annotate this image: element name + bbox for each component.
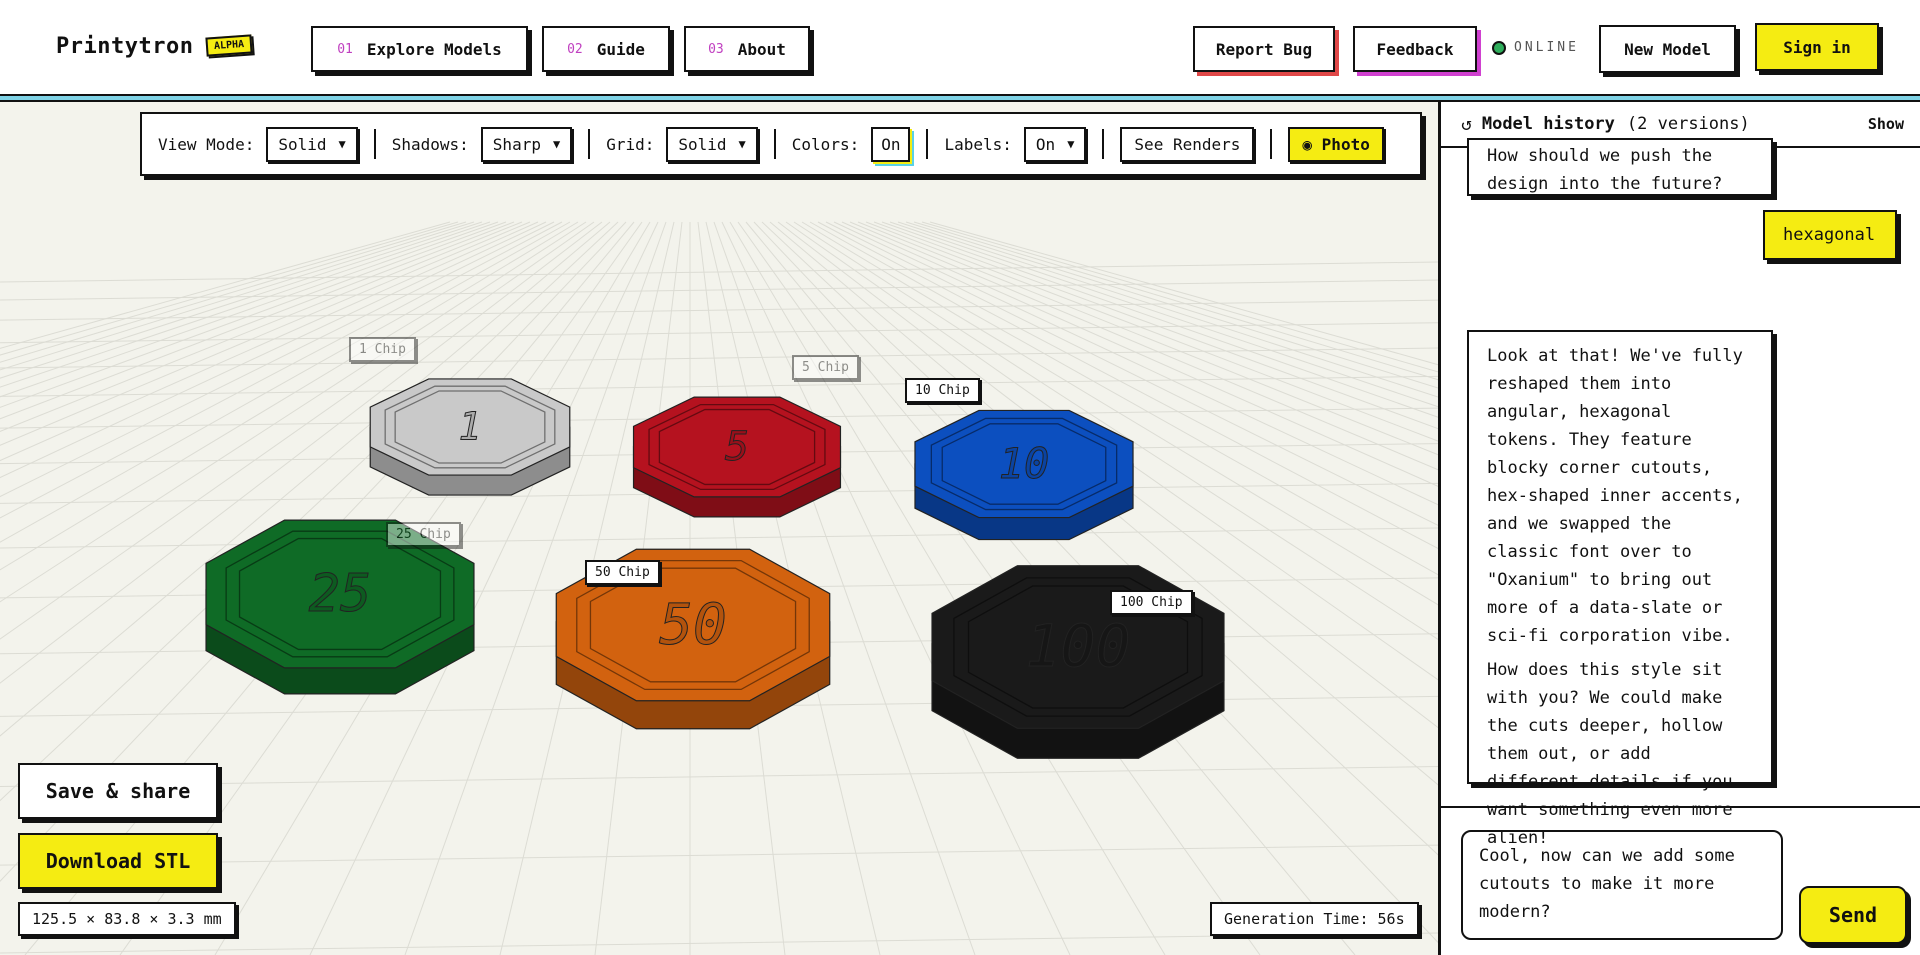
generation-time: Generation Time: 56s [1210,902,1419,936]
report-bug-button[interactable]: Report Bug [1193,26,1335,72]
view-mode-select[interactable]: Solid ▼ [266,126,358,162]
header-divider [0,94,1920,102]
history-title: Model history [1481,114,1615,134]
assistant-message: Look at that! We've fully reshaped them … [1467,330,1773,848]
see-renders-button[interactable]: See Renders [1120,126,1255,162]
send-button[interactable]: Send [1799,886,1907,944]
compose-area: Cool, now can we add some cutouts to mak… [1441,806,1920,955]
toolbar-divider [1102,129,1105,159]
status-dot-icon [1492,40,1506,55]
nav-explore-models[interactable]: 01 Explore Models [311,26,528,72]
brand-logo[interactable]: Printytron [56,34,193,59]
chip-denomination: 1 [459,405,482,449]
model-dimensions: 125.5 × 83.8 × 3.3 mm [18,902,236,936]
sign-in-button[interactable]: Sign in [1755,23,1879,71]
chip-10: 10 [914,409,1134,541]
feedback-button[interactable]: Feedback [1353,26,1477,72]
labels-value: On [1035,134,1056,154]
chip-denomination: 100 [1026,612,1131,680]
chip-label-50: 50 Chip [585,560,660,585]
chevron-down-icon: ▼ [738,137,746,151]
nav-number: 02 [567,41,583,57]
online-status: ONLINE [1492,40,1579,55]
toolbar-divider [773,129,776,159]
nav-number: 01 [337,41,353,57]
photo-label: Photo [1321,134,1370,154]
shadows-select[interactable]: Sharp ▼ [480,126,573,162]
toolbar-divider [926,129,929,159]
message-text: hexagonal [1783,225,1876,245]
message-text: Look at that! We've fully reshaped them … [1487,346,1743,646]
nav-about[interactable]: 03 About [684,26,810,72]
3d-viewport[interactable]: 1 5 10 25 50 100 1 Chip 5 Chip 10 Chip 25 Chi… [0,102,1438,955]
grid-value: Solid [678,134,727,154]
new-model-button[interactable]: New Model [1599,25,1736,73]
alpha-badge: ALPHA [205,34,253,57]
grid-label: Grid: [606,134,655,154]
view-mode-value: Solid [278,134,327,154]
shadows-value: Sharp [492,134,541,154]
chip-1: 1 [369,378,571,496]
nav-number: 03 [708,41,724,57]
nav-label: Guide [596,39,645,59]
nav-label: About [737,39,786,59]
chip-label-25: 25 Chip [386,522,461,547]
chip-label-100: 100 Chip [1110,590,1193,615]
chevron-down-icon: ▼ [338,137,346,151]
grid-select[interactable]: Solid ▼ [666,126,758,162]
labels-select[interactable]: On ▼ [1023,126,1087,162]
chip-denomination: 50 [659,592,726,657]
show-history-button[interactable]: Show [1868,115,1904,133]
labels-label: Labels: [944,134,1012,154]
photo-button[interactable]: ◉ Photo [1288,126,1384,162]
chip-denomination: 5 [725,424,749,470]
chat-sidebar: ↺ Model history (2 versions) Show How sh… [1441,102,1920,955]
message-text: How should we push the design into the f… [1487,146,1723,194]
chevron-down-icon: ▼ [1067,137,1075,151]
chip-label-10: 10 Chip [905,378,980,403]
view-mode-label: View Mode: [158,134,255,154]
chip-scene: 1 5 10 25 50 100 [205,378,1225,759]
colors-label: Colors: [791,134,860,154]
chip-5: 5 [632,396,842,518]
save-share-button[interactable]: Save & share [18,763,218,819]
chip-denomination: 25 [309,564,372,624]
toolbar-divider [1270,129,1273,159]
chip-label-1: 1 Chip [349,337,416,362]
view-toolbar: View Mode: Solid ▼ Shadows: Sharp ▼ Grid… [140,112,1422,176]
download-stl-button[interactable]: Download STL [18,833,218,889]
history-count: (2 versions) [1626,114,1750,134]
chip-denomination: 10 [999,439,1050,488]
top-bar: Printytron ALPHA 01 Explore Models 02 Gu… [0,0,1920,94]
toolbar-divider [588,129,591,159]
camera-icon: ◉ [1302,134,1313,154]
status-label: ONLINE [1514,40,1579,55]
assistant-message: How should we push the design into the f… [1467,138,1773,196]
shadows-label: Shadows: [391,134,469,154]
chip-label-5: 5 Chip [792,355,859,380]
history-icon: ↺ [1461,113,1472,135]
nav-guide[interactable]: 02 Guide [542,26,670,72]
chevron-down-icon: ▼ [552,137,561,151]
toolbar-divider [373,129,376,159]
nav-label: Explore Models [366,39,502,59]
colors-toggle[interactable]: On [871,126,911,162]
user-message: hexagonal [1763,210,1897,260]
message-input[interactable]: Cool, now can we add some cutouts to mak… [1461,830,1783,940]
